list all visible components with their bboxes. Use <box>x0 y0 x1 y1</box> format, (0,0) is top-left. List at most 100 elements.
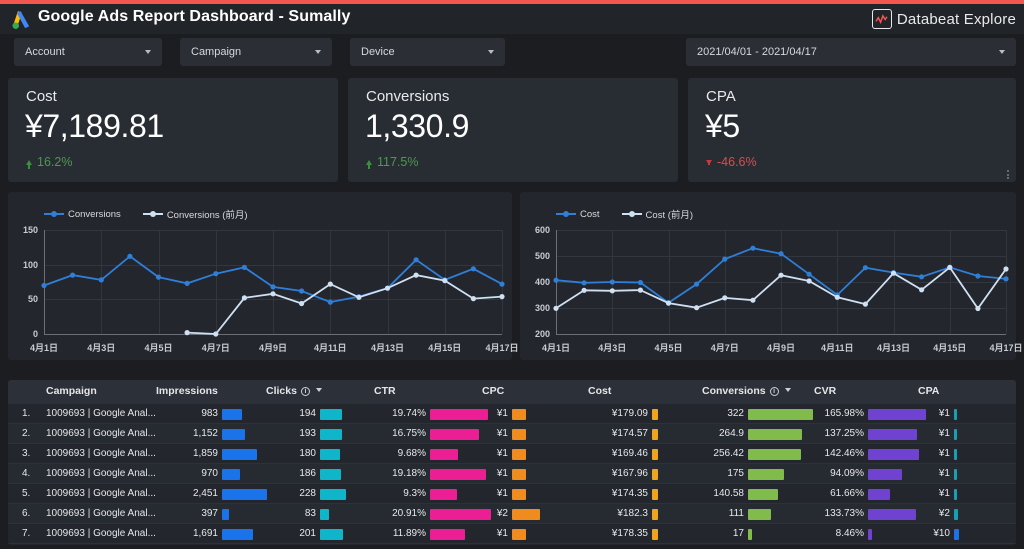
table-cell-rank: 5. <box>22 488 31 499</box>
table-header-impressions[interactable]: Impressions <box>156 385 218 397</box>
table-cell-cost: ¥174.57 <box>611 428 648 439</box>
chevron-down-icon[interactable] <box>315 388 322 392</box>
table-cell-conversions: 111 <box>728 508 744 519</box>
table-bar-cpc <box>512 489 526 500</box>
chevron-down-icon[interactable] <box>784 388 791 392</box>
series-point-1 <box>806 278 812 284</box>
table-cell-cpa: ¥2 <box>938 508 950 519</box>
table-row[interactable]: 1. 1009693 | Google Anal... 983 194 19.74% ¥1… <box>8 404 1016 424</box>
table-header-label: Conversions <box>702 385 766 397</box>
table-cell-impressions: 970 <box>201 468 218 479</box>
chart-plot-conversions: 0 50 100 150 4月1日 4月3日 4月5日 4月7日 4月9日 4月11日 4月13日 4… <box>8 220 519 360</box>
chevron-down-icon <box>999 50 1005 54</box>
scorecard-cost[interactable]: Cost ¥7,189.81 16.2% <box>8 78 338 182</box>
table-cell-campaign: 1009693 | Google Anal... <box>46 428 156 439</box>
series-point-1 <box>470 296 476 302</box>
arrow-up-icon <box>366 159 372 169</box>
table-header-cpa[interactable]: CPA <box>918 385 939 397</box>
table-bar-cost <box>652 509 658 520</box>
info-icon[interactable]: i <box>300 387 310 396</box>
filter-device[interactable]: Device <box>350 38 505 66</box>
table-cell-cost: ¥169.46 <box>611 448 648 459</box>
scorecard-cpa-delta-value: -46.6% <box>717 155 757 169</box>
series-point-1 <box>947 264 953 270</box>
table-bar-conversions <box>748 529 752 540</box>
legend-item-1[interactable]: Conversions (前月) <box>142 207 248 221</box>
table-header-cvr[interactable]: CVR <box>814 385 836 397</box>
table-row[interactable]: 3. 1009693 | Google Anal... 1,859 180 9.68% ¥… <box>8 444 1016 464</box>
series-point-0 <box>327 299 333 305</box>
table-bar-cpc <box>512 449 526 460</box>
info-icon[interactable]: i <box>769 387 779 396</box>
table-cell-campaign: 1009693 | Google Anal... <box>46 528 156 539</box>
table-cell-clicks: 201 <box>299 528 316 539</box>
table-cell-cvr: 61.66% <box>830 488 864 499</box>
brand-name: Databeat Explore <box>896 10 1016 28</box>
filter-date-range[interactable]: 2021/04/01 - 2021/04/17 <box>686 38 1016 66</box>
table-bar-conversions <box>748 409 813 420</box>
scorecard-conversions[interactable]: Conversions 1,330.9 117.5% <box>348 78 678 182</box>
table-header-campaign[interactable]: Campaign <box>46 385 97 397</box>
panel-options-menu-icon[interactable] <box>1007 170 1009 179</box>
table-bar-impressions <box>222 509 229 520</box>
series-point-1 <box>384 285 391 291</box>
series-point-0 <box>553 277 559 283</box>
table-cell-cpc: ¥1 <box>496 468 508 479</box>
chart-series-layer <box>41 253 505 337</box>
table-cell-clicks: 228 <box>299 488 316 499</box>
table-header-cpc[interactable]: CPC <box>482 385 504 397</box>
table-body: 1. 1009693 | Google Anal... 983 194 19.74% ¥1… <box>8 404 1016 544</box>
table-cell-cpc: ¥1 <box>496 408 508 419</box>
scorecard-conversions-title: Conversions <box>366 88 450 105</box>
scorecard-cost-delta-value: 16.2% <box>37 155 73 169</box>
table-row[interactable]: 7. 1009693 | Google Anal... 1,691 201 11.89%… <box>8 524 1016 544</box>
table-bar-cvr <box>868 469 902 480</box>
table-cell-cost: ¥179.09 <box>611 408 648 419</box>
chevron-down-icon <box>145 50 151 54</box>
dashboard-root: Google Ads Report Dashboard - Sumally Da… <box>0 0 1024 549</box>
table-cell-conversions: 175 <box>727 468 744 479</box>
scorecard-cpa[interactable]: CPA ¥5 -46.6% <box>688 78 1016 182</box>
series-point-1 <box>356 294 362 300</box>
table-bar-cost <box>652 489 658 500</box>
series-point-0 <box>413 257 419 263</box>
arrow-down-icon <box>706 159 712 165</box>
table-bar-cvr <box>868 409 926 420</box>
table-header-conversions[interactable]: Conversions i <box>702 385 791 397</box>
filter-campaign[interactable]: Campaign <box>180 38 332 66</box>
table-row[interactable]: 4. 1009693 | Google Anal... 970 186 19.18% ¥1… <box>8 464 1016 484</box>
series-point-1 <box>665 300 672 306</box>
legend-item-1[interactable]: Cost (前月) <box>621 207 693 221</box>
table-header-cost[interactable]: Cost <box>588 385 611 397</box>
legend-item-0[interactable]: Cost <box>556 207 600 221</box>
series-point-1 <box>213 331 219 337</box>
table-cell-impressions: 1,859 <box>192 448 218 459</box>
table-cell-campaign: 1009693 | Google Anal... <box>46 468 156 479</box>
series-point-0 <box>299 288 305 294</box>
series-point-0 <box>750 245 756 251</box>
series-point-1 <box>834 294 840 300</box>
table-cell-conversions: 140.58 <box>713 488 744 499</box>
table-cell-campaign: 1009693 | Google Anal... <box>46 448 156 459</box>
table-cell-rank: 3. <box>22 448 31 459</box>
scorecard-cpa-title: CPA <box>706 88 736 105</box>
table-cell-impressions: 2,451 <box>192 488 218 499</box>
series-point-0 <box>213 271 219 277</box>
legend-item-0[interactable]: Conversions <box>44 207 121 221</box>
table-row[interactable]: 6. 1009693 | Google Anal... 397 83 20.91% ¥2 ¥… <box>8 504 1016 524</box>
filter-account[interactable]: Account <box>14 38 162 66</box>
table-bar-cpc <box>512 469 526 480</box>
table-header-clicks[interactable]: Clicks i <box>266 385 322 397</box>
series-point-0 <box>694 281 700 287</box>
series-point-0 <box>241 264 247 270</box>
table-bar-cpa <box>954 489 957 500</box>
chart-panel-cost: Cost Cost (前月) 200 300 400 500 600 4月1日 4月3日 4月5… <box>520 192 1023 360</box>
table-row[interactable]: 5. 1009693 | Google Anal... 2,451 228 9.3% ¥1… <box>8 484 1016 504</box>
google-ads-logo-icon <box>10 10 32 30</box>
series-point-0 <box>778 251 784 257</box>
table-row[interactable]: 2. 1009693 | Google Anal... 1,152 193 16.75%… <box>8 424 1016 444</box>
table-header-ctr[interactable]: CTR <box>374 385 396 397</box>
legend-swatch-icon <box>556 211 576 217</box>
table-cell-rank: 7. <box>22 528 31 539</box>
table-bar-ctr <box>430 429 479 440</box>
